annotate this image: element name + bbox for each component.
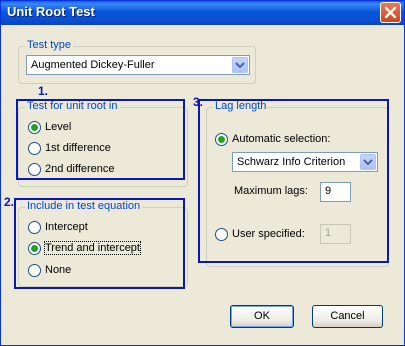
window-title: Unit Root Test (7, 4, 95, 19)
radio-dot-level[interactable] (28, 120, 41, 134)
user-specified-label: User specified: (232, 228, 305, 240)
radio-1st-difference[interactable]: 1st difference (28, 140, 111, 156)
criterion-select[interactable]: Schwarz Info Criterion (232, 152, 378, 172)
unit-root-test-dialog: Unit Root Test Test type Augmented Dicke… (0, 0, 405, 346)
radio-dot-trend-and-intercept[interactable] (28, 241, 41, 255)
maximum-lags-input[interactable]: 9 (320, 182, 351, 202)
radio-level-label: Level (45, 121, 72, 133)
test-type-value: Augmented Dickey-Fuller (31, 59, 155, 71)
radio-dot-user-specified[interactable] (215, 227, 228, 241)
chevron-down-icon[interactable] (232, 57, 248, 73)
criterion-value: Schwarz Info Criterion (237, 156, 346, 168)
maximum-lags-label: Maximum lags: (234, 185, 308, 197)
radio-dot-2nd-difference[interactable] (28, 162, 41, 176)
radio-1st-difference-label: 1st difference (45, 142, 111, 154)
annotation-number-2: 2. (4, 195, 15, 209)
ok-button[interactable]: OK (230, 305, 294, 328)
radio-dot-automatic-selection[interactable] (215, 132, 228, 146)
cancel-button[interactable]: Cancel (312, 305, 383, 328)
radio-dot-intercept[interactable] (28, 220, 41, 234)
radio-automatic-selection[interactable]: Automatic selection: (215, 131, 330, 147)
radio-intercept[interactable]: Intercept (28, 219, 88, 235)
user-specified-input[interactable]: 1 (320, 224, 351, 244)
annotation-number-3: 3. (193, 95, 204, 109)
radio-user-specified[interactable]: User specified: (215, 226, 305, 242)
radio-none-label: None (45, 264, 72, 276)
radio-none[interactable]: None (28, 262, 71, 278)
automatic-selection-label: Automatic selection: (232, 133, 331, 145)
radio-trend-and-intercept-label: Trend and intercept (44, 241, 141, 255)
radio-2nd-difference-label: 2nd difference (45, 163, 115, 175)
radio-level[interactable]: Level (28, 119, 71, 135)
close-icon (384, 6, 397, 19)
radio-dot-none[interactable] (28, 263, 41, 277)
test-type-legend: Test type (25, 39, 74, 51)
test-type-select[interactable]: Augmented Dickey-Fuller (26, 55, 250, 75)
radio-trend-and-intercept[interactable]: Trend and intercept (28, 240, 141, 256)
title-bar[interactable]: Unit Root Test (1, 1, 404, 25)
annotation-number-1: 1. (38, 84, 49, 98)
radio-dot-1st-difference[interactable] (28, 141, 41, 155)
radio-intercept-label: Intercept (45, 221, 88, 233)
chevron-down-icon[interactable] (360, 154, 376, 170)
radio-2nd-difference[interactable]: 2nd difference (28, 161, 115, 177)
close-button[interactable] (380, 2, 401, 23)
